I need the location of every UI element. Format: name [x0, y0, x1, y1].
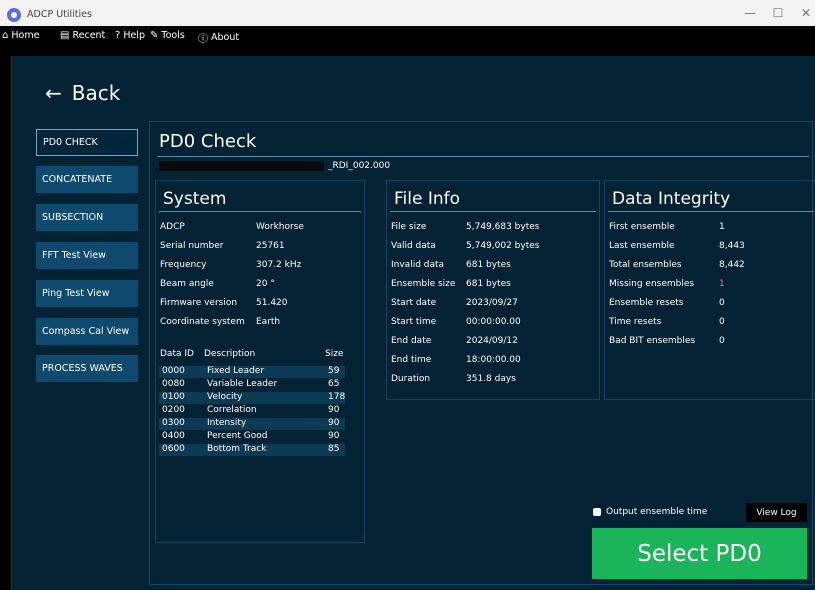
- integrity-row: First ensemble 1: [609, 222, 725, 232]
- file-info-row: Ensemble size 681 bytes: [391, 279, 511, 289]
- view-log-button[interactable]: View Log: [746, 503, 807, 522]
- nav-concatenate[interactable]: CONCATENATE: [36, 166, 138, 193]
- app-icon: [7, 8, 21, 22]
- minimize-button[interactable]: —: [737, 6, 763, 20]
- menu-recent[interactable]: ▤ Recent: [60, 30, 105, 41]
- menu-help[interactable]: ? Help: [115, 30, 145, 41]
- system-row: Firmware version 51.420: [160, 298, 288, 308]
- nav-subsection[interactable]: SUBSECTION: [36, 204, 138, 231]
- wrench-icon: ✎: [150, 30, 159, 41]
- integrity-row: Missing ensembles 1: [609, 279, 725, 289]
- file-info-row: End time 18:00:00.00: [391, 355, 521, 365]
- file-info-panel: File Info File size 5,749,683 bytes Valid…: [386, 180, 600, 400]
- nav-ping-test-view[interactable]: Ping Test View: [36, 280, 138, 307]
- menu-about[interactable]: ⓘ About: [198, 30, 239, 45]
- integrity-row: Bad BIT ensembles 0: [609, 336, 725, 346]
- nav-compass-cal-view[interactable]: Compass Cal View: [36, 318, 138, 345]
- file-info-divider: [390, 211, 596, 212]
- file-info-row: Start date 2023/09/27: [391, 298, 518, 308]
- integrity-row: Ensemble resets 0: [609, 298, 725, 308]
- missing-ensembles-value: 1: [719, 279, 725, 289]
- output-ensemble-time-checkbox[interactable]: [593, 508, 601, 516]
- system-row: Coordinate system Earth: [160, 317, 281, 327]
- maximize-button[interactable]: ☐: [765, 6, 791, 20]
- menu-home[interactable]: ⌂ Home: [2, 30, 39, 41]
- table-row: 0200 Correlation 90: [162, 405, 340, 415]
- menu-about-label: About: [211, 32, 240, 43]
- window-title: ADCP Utilities: [27, 9, 92, 20]
- integrity-row: Time resets 0: [609, 317, 725, 327]
- table-row: 0000 Fixed Leader 59: [159, 366, 345, 378]
- menu-tools[interactable]: ✎ Tools: [150, 30, 185, 41]
- select-pd0-button[interactable]: Select PD0: [592, 528, 807, 579]
- output-ensemble-time-label: Output ensemble time: [606, 507, 708, 517]
- help-icon: ?: [115, 30, 121, 41]
- integrity-row: Total ensembles 8,442: [609, 260, 745, 270]
- table-row: 0600 Bottom Track 85: [159, 444, 345, 456]
- system-row: Serial number 25761: [160, 241, 285, 251]
- data-integrity-divider: [608, 211, 814, 212]
- pd0-check-panel: PD0 Check _RDI_002.000 System ADCP Workho…: [149, 121, 815, 585]
- output-ensemble-time-option[interactable]: Output ensemble time: [593, 507, 707, 517]
- system-row: Beam angle 20 °: [160, 279, 275, 289]
- system-title: System: [163, 189, 227, 209]
- home-icon: ⌂: [2, 30, 9, 41]
- recent-icon: ▤: [60, 30, 70, 41]
- nav-process-waves[interactable]: PROCESS WAVES: [36, 355, 138, 382]
- menu-bar: ⌂ Home ▤ Recent ? Help ✎ Tools ⓘ About: [0, 26, 815, 46]
- info-icon: ⓘ: [198, 34, 208, 45]
- page-title: PD0 Check: [159, 131, 257, 152]
- header-description: Description: [204, 349, 256, 359]
- table-row: 0300 Intensity 90: [159, 418, 345, 430]
- header-data-id: Data ID: [160, 349, 194, 359]
- file-info-row: Valid data 5,749,002 bytes: [391, 241, 540, 251]
- nav-pd0-check[interactable]: PD0 CHECK: [36, 129, 138, 156]
- header-size: Size: [325, 349, 344, 359]
- system-divider: [159, 211, 361, 212]
- data-integrity-panel: Data Integrity First ensemble 1 Last ense…: [604, 180, 815, 400]
- data-id-table-header: Data ID Description Size: [159, 347, 345, 365]
- file-name: _RDI_002.000: [159, 161, 390, 171]
- back-arrow-icon: ←: [45, 81, 62, 105]
- file-info-row: File size 5,749,683 bytes: [391, 222, 540, 232]
- table-row: 0100 Velocity 178: [159, 392, 345, 404]
- title-divider: [157, 156, 809, 157]
- file-info-row: End date 2024/09/12: [391, 336, 518, 346]
- system-row: Frequency 307.2 kHz: [160, 260, 302, 270]
- file-info-row: Invalid data 681 bytes: [391, 260, 511, 270]
- file-info-row: Duration 351.8 days: [391, 374, 516, 384]
- menu-recent-label: Recent: [72, 30, 106, 41]
- file-info-row: Start time 00:00:00.00: [391, 317, 521, 327]
- table-row: 0400 Percent Good 90: [162, 431, 340, 441]
- file-info-title: File Info: [394, 189, 461, 209]
- nav-fft-test-view[interactable]: FFT Test View: [36, 242, 138, 269]
- system-row: ADCP Workhorse: [160, 222, 304, 232]
- close-button[interactable]: ✕: [793, 6, 815, 20]
- file-name-suffix: _RDI_002.000: [328, 161, 391, 171]
- menu-help-label: Help: [123, 30, 145, 41]
- menu-home-label: Home: [11, 30, 40, 41]
- menu-tools-label: Tools: [161, 30, 185, 41]
- integrity-row: Last ensemble 8,443: [609, 241, 745, 251]
- data-integrity-title: Data Integrity: [612, 189, 731, 209]
- back-button[interactable]: ← Back: [45, 81, 120, 105]
- system-panel: System ADCP Workhorse Serial number 25761 …: [155, 180, 365, 543]
- redacted-path: [159, 161, 324, 171]
- table-row: 0080 Variable Leader 65: [162, 379, 340, 389]
- back-label: Back: [71, 81, 121, 105]
